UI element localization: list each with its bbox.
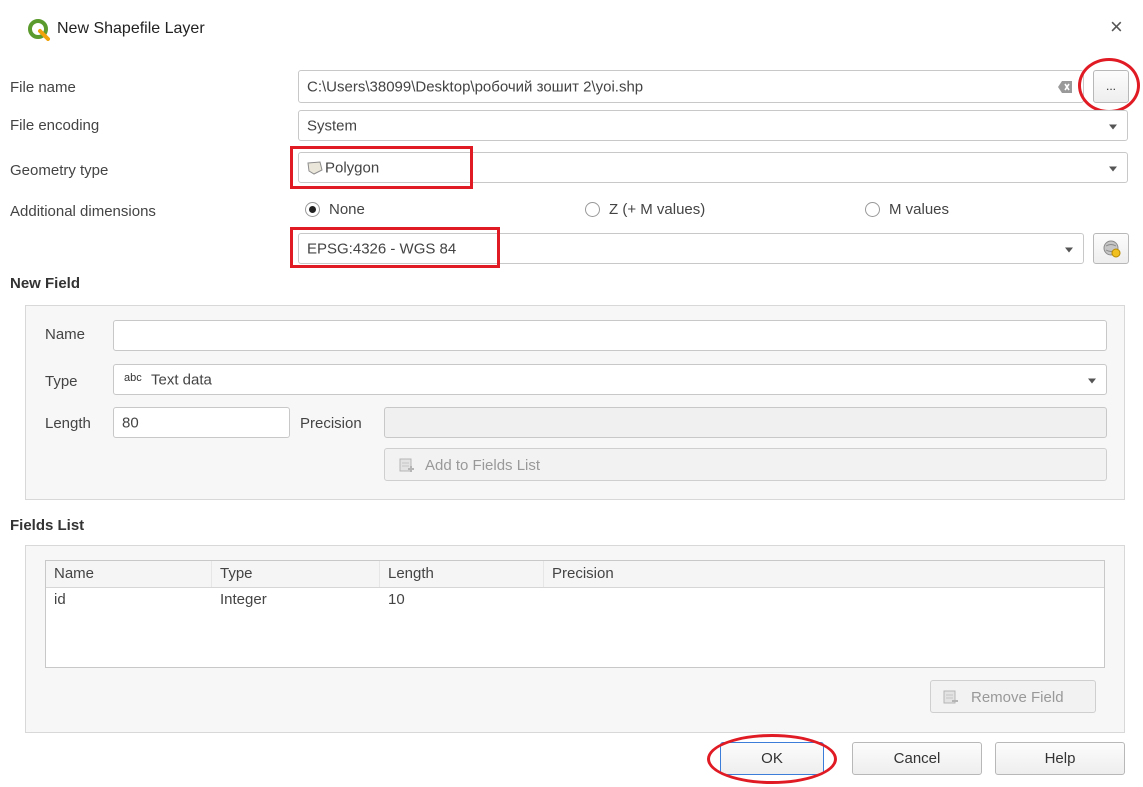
remove-field-button[interactable]: Remove Field	[930, 680, 1096, 713]
title-bar: New Shapefile Layer ×	[0, 0, 1143, 60]
row-name-cell: id	[54, 591, 66, 608]
length-input[interactable]: 80	[113, 407, 290, 438]
add-field-icon	[399, 457, 415, 473]
field-type-select[interactable]: abc Text data	[113, 364, 1107, 395]
file-name-value: C:\Users\38099\Desktop\робочий зошит 2\y…	[307, 78, 644, 95]
chevron-down-icon	[1109, 166, 1117, 171]
additional-dimensions-label: Additional dimensions	[10, 203, 156, 220]
crs-select-button[interactable]	[1093, 233, 1129, 264]
file-encoding-label: File encoding	[10, 117, 100, 134]
row-length-cell: 10	[388, 591, 405, 608]
radio-z-indicator	[585, 202, 600, 217]
length-value: 80	[122, 414, 139, 431]
radio-m-label: M values	[889, 201, 950, 218]
column-header-type[interactable]: Type	[212, 561, 380, 587]
radio-m-indicator	[865, 202, 880, 217]
column-header-precision[interactable]: Precision	[544, 561, 1104, 587]
browse-highlight	[1078, 58, 1140, 113]
chevron-down-icon	[1065, 247, 1073, 252]
file-encoding-value: System	[307, 117, 358, 134]
window-title: New Shapefile Layer	[57, 20, 205, 37]
column-header-name[interactable]: Name	[46, 561, 212, 587]
remove-field-icon	[943, 689, 959, 705]
field-name-label: Name	[45, 326, 86, 343]
radio-none[interactable]: None	[305, 200, 425, 220]
fields-list-title: Fields List	[10, 517, 85, 534]
column-header-length[interactable]: Length	[380, 561, 544, 587]
table-header: Name Type Length Precision	[46, 561, 1104, 588]
field-type-value: Text data	[151, 371, 212, 388]
file-name-input[interactable]: C:\Users\38099\Desktop\робочий зошит 2\y…	[298, 70, 1084, 103]
crs-highlight	[290, 227, 500, 268]
cancel-button-label: Cancel	[893, 750, 941, 767]
add-to-fields-list-label: Add to Fields List	[425, 457, 541, 474]
chevron-down-icon	[1088, 378, 1096, 383]
globe-icon	[1103, 240, 1121, 258]
fields-table: Name Type Length Precision id Integer 10	[45, 560, 1105, 668]
radio-m-values[interactable]: M values	[865, 200, 995, 220]
radio-z-m-values[interactable]: Z (+ M values)	[585, 200, 765, 220]
radio-none-label: None	[329, 201, 365, 218]
field-name-input[interactable]	[113, 320, 1107, 351]
qgis-logo-icon	[28, 19, 50, 41]
geometry-type-label: Geometry type	[10, 162, 109, 179]
help-button[interactable]: Help	[995, 742, 1125, 775]
geometry-type-highlight	[290, 146, 473, 189]
precision-input[interactable]	[384, 407, 1107, 438]
field-type-label: Type	[45, 373, 78, 390]
new-field-title: New Field	[10, 275, 81, 292]
chevron-down-icon	[1109, 124, 1117, 129]
row-type-cell: Integer	[220, 591, 267, 608]
clear-icon[interactable]	[1057, 80, 1073, 94]
text-type-icon: abc	[124, 372, 142, 384]
precision-label: Precision	[300, 415, 362, 432]
help-button-label: Help	[1044, 750, 1076, 767]
length-label: Length	[45, 415, 91, 432]
remove-field-label: Remove Field	[971, 689, 1064, 706]
radio-z-label: Z (+ M values)	[609, 201, 706, 218]
radio-none-indicator	[305, 202, 320, 217]
file-name-label: File name	[10, 79, 76, 96]
add-to-fields-list-button[interactable]: Add to Fields List	[384, 448, 1107, 481]
close-icon[interactable]: ×	[1110, 14, 1123, 40]
ok-highlight	[707, 734, 837, 784]
table-row[interactable]: id Integer 10	[46, 588, 1104, 610]
file-encoding-select[interactable]: System	[298, 110, 1128, 141]
cancel-button[interactable]: Cancel	[852, 742, 982, 775]
